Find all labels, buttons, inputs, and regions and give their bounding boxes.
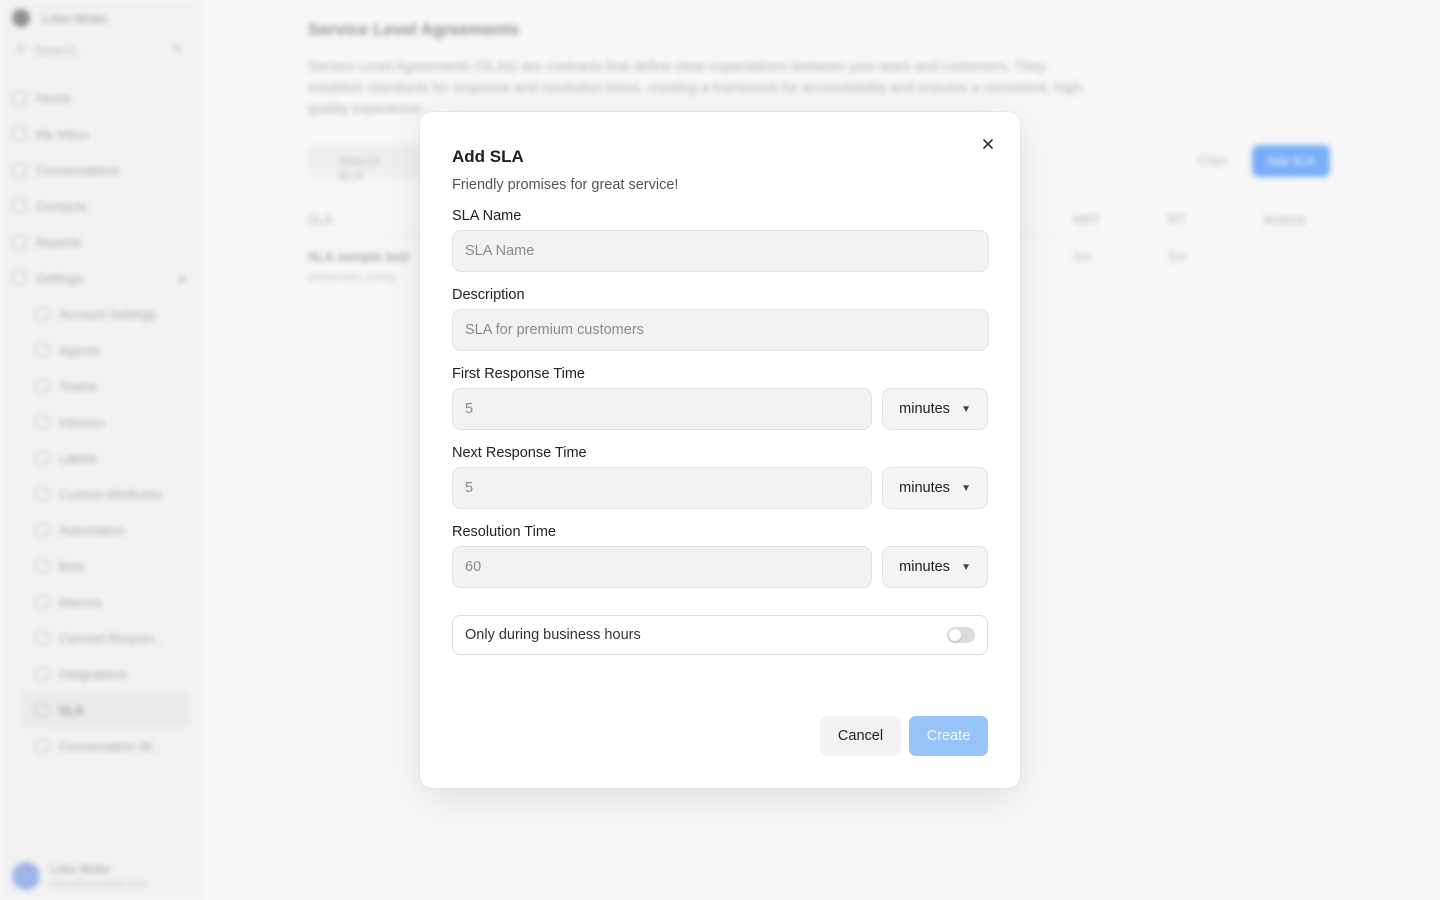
business-hours-toggle[interactable]: [947, 627, 975, 643]
field-label: SLA Name: [452, 208, 522, 224]
next-response-input[interactable]: [452, 467, 873, 509]
next-response-field: Next Response Time minutes ▼: [452, 445, 988, 509]
caret-down-icon: ▼: [961, 482, 971, 494]
first-response-field: First Response Time minutes ▼: [452, 366, 988, 430]
first-response-unit-select[interactable]: minutes ▼: [882, 388, 988, 430]
resolution-unit-select[interactable]: minutes ▼: [882, 546, 988, 588]
description-input[interactable]: [452, 309, 989, 351]
dialog-title: Add SLA: [452, 147, 524, 166]
dialog-subtitle: Friendly promises for great service!: [452, 177, 679, 193]
resolution-input[interactable]: [452, 546, 873, 588]
field-label: First Response Time: [452, 366, 585, 382]
close-icon: [983, 139, 993, 149]
close-button[interactable]: [976, 132, 1000, 156]
first-response-input[interactable]: [452, 388, 873, 430]
toggle-knob: [949, 629, 961, 641]
unit-value: minutes: [899, 480, 950, 496]
business-hours-label: Only during business hours: [465, 627, 641, 643]
unit-value: minutes: [899, 401, 950, 417]
sla-name-input[interactable]: [452, 230, 989, 272]
sla-name-field: SLA Name: [452, 208, 989, 272]
caret-down-icon: ▼: [961, 561, 971, 573]
caret-down-icon: ▼: [961, 403, 971, 415]
add-sla-dialog: Add SLA Friendly promises for great serv…: [420, 112, 1020, 788]
field-label: Description: [452, 287, 525, 303]
dialog-actions: Cancel Create: [820, 716, 988, 756]
field-label: Next Response Time: [452, 445, 587, 461]
create-button[interactable]: Create: [909, 716, 988, 756]
next-response-unit-select[interactable]: minutes ▼: [882, 467, 988, 509]
business-hours-row: Only during business hours: [452, 615, 988, 655]
field-label: Resolution Time: [452, 524, 556, 540]
cancel-button[interactable]: Cancel: [820, 716, 901, 756]
description-field: Description: [452, 287, 989, 351]
unit-value: minutes: [899, 559, 950, 575]
resolution-field: Resolution Time minutes ▼: [452, 524, 988, 588]
